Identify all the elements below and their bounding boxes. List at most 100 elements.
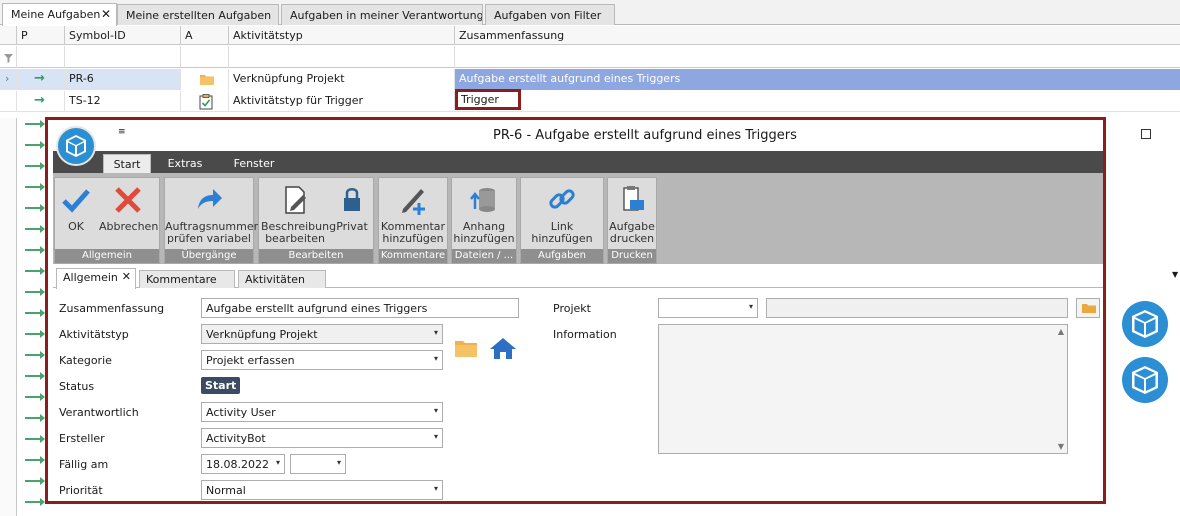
filter-cell-a[interactable] bbox=[181, 46, 229, 68]
projekt-select[interactable]: ▾ bbox=[658, 298, 758, 318]
quick-access-menu-icon[interactable]: ≡ bbox=[118, 127, 126, 137]
ribbon-group-drucken: Aufgabe drucken Drucken bbox=[607, 177, 657, 264]
tab-meine-erstellten-aufgaben[interactable]: Meine erstellten Aufgaben bbox=[117, 4, 279, 25]
scroll-up-icon[interactable]: ▲ bbox=[1058, 327, 1064, 336]
faellig-time-picker[interactable]: ▾ bbox=[290, 454, 346, 474]
app-menu-button[interactable] bbox=[56, 126, 96, 166]
scroll-down-icon[interactable]: ▼ bbox=[1058, 442, 1064, 451]
group-label: Übergänge bbox=[165, 249, 253, 263]
chevron-down-icon: ▾ bbox=[433, 354, 438, 363]
header-p[interactable]: P bbox=[17, 26, 65, 45]
auftragsnummer-button[interactable]: Auftragsnummer prüfen variabel bbox=[165, 180, 258, 245]
forward-arrow-icon bbox=[198, 189, 222, 209]
chevron-down-icon: ▾ bbox=[433, 432, 438, 441]
task-dialog: PR-6 - Aufgabe erstellt aufgrund eines T… bbox=[45, 117, 1178, 504]
dialog-title-bar[interactable]: PR-6 - Aufgabe erstellt aufgrund eines T… bbox=[48, 120, 1151, 150]
header-symbol-id[interactable]: Symbol-ID bbox=[65, 26, 181, 45]
kommentar-hinzufuegen-button[interactable]: Kommentar hinzufügen bbox=[379, 180, 447, 245]
priority-arrow-icon bbox=[25, 414, 45, 422]
priority-arrow-icon: → bbox=[17, 91, 65, 112]
cube-icon bbox=[1132, 310, 1158, 338]
date-value: 18.08.2022 bbox=[206, 458, 269, 471]
side-cube-button-1[interactable] bbox=[1122, 301, 1168, 347]
priority-arrow-icon bbox=[25, 456, 45, 464]
priority-arrow-icon bbox=[25, 120, 45, 128]
anhang-hinzufuegen-button[interactable]: Anhang hinzufügen bbox=[452, 180, 516, 245]
tab-kommentare[interactable]: Kommentare bbox=[139, 270, 235, 288]
tab-aktivitaeten[interactable]: Aktivitäten bbox=[238, 270, 326, 288]
tab-meine-aufgaben[interactable]: Meine Aufgaben ✕ bbox=[2, 3, 117, 26]
group-label: Dateien / ... bbox=[452, 249, 516, 263]
verantwortlich-select[interactable]: Activity User ▾ bbox=[201, 402, 443, 422]
tab-start[interactable]: Start bbox=[103, 154, 151, 173]
label-information: Information bbox=[553, 328, 617, 341]
filter-cell-p[interactable] bbox=[17, 46, 65, 68]
highlighted-trigger-cell[interactable]: Trigger bbox=[455, 89, 521, 110]
zusammenfassung-input[interactable]: Aufgabe erstellt aufgrund eines Triggers bbox=[201, 298, 519, 318]
menu-strip: Start Extras Fenster bbox=[53, 151, 1103, 173]
priority-arrow-icon bbox=[25, 351, 45, 359]
folder-icon bbox=[181, 69, 229, 90]
top-tab-bar: Meine Aufgaben ✕ Meine erstellten Aufgab… bbox=[0, 0, 1180, 26]
browse-folder-button[interactable] bbox=[1076, 298, 1100, 318]
aktivitaetstyp-select[interactable]: Verknüpfung Projekt ▾ bbox=[201, 324, 443, 344]
tab-aufgaben-verantwortung[interactable]: Aufgaben in meiner Verantwortung bbox=[281, 4, 483, 25]
label-verantwortlich: Verantwortlich bbox=[59, 406, 139, 419]
kategorie-select[interactable]: Projekt erfassen ▾ bbox=[201, 350, 443, 370]
priority-arrow-icon bbox=[25, 204, 45, 212]
aufgabe-drucken-button[interactable]: Aufgabe drucken bbox=[608, 180, 656, 245]
ribbon-group-bearbeiten: Beschreibung bearbeiten Privat Bearbeite… bbox=[258, 177, 374, 264]
priority-arrow-icon bbox=[25, 141, 45, 149]
chevron-down-icon: ▾ bbox=[336, 458, 341, 467]
header-indicator bbox=[0, 26, 17, 45]
tab-label: Aufgaben in meiner Verantwortung bbox=[290, 9, 483, 22]
open-folder-icon bbox=[1082, 304, 1096, 313]
side-cube-button-2[interactable] bbox=[1122, 357, 1168, 403]
row-indicator bbox=[0, 91, 17, 112]
chevron-down-icon: ▾ bbox=[275, 458, 280, 467]
abbrechen-button[interactable]: Abbrechen bbox=[99, 180, 158, 233]
status-badge[interactable]: Start bbox=[201, 377, 241, 394]
priority-arrow-icon bbox=[25, 183, 45, 191]
cell-symbol-id: PR-6 bbox=[65, 69, 181, 90]
label-zusammenfassung: Zusammenfassung bbox=[59, 302, 165, 315]
privat-button[interactable]: Privat bbox=[333, 180, 371, 233]
ribbon-group-kommentare: Kommentar hinzufügen Kommentare bbox=[378, 177, 448, 264]
information-textarea[interactable]: ▲ ▼ bbox=[658, 324, 1068, 454]
prioritaet-select[interactable]: Normal ▾ bbox=[201, 480, 443, 500]
filter-icon[interactable] bbox=[0, 46, 17, 68]
maximize-icon[interactable] bbox=[1141, 129, 1151, 139]
tab-aufgaben-von-filter[interactable]: Aufgaben von Filter bbox=[485, 4, 615, 25]
tab-extras[interactable]: Extras bbox=[161, 154, 209, 173]
folder-icon[interactable] bbox=[454, 338, 478, 361]
filter-cell-zusammenfassung[interactable] bbox=[455, 46, 1180, 68]
table-row[interactable]: › → PR-6 Verknüpfung Projekt Aufgabe ers… bbox=[0, 69, 1180, 90]
link-icon bbox=[549, 189, 575, 209]
label-faellig-am: Fällig am bbox=[59, 458, 109, 471]
select-value: Projekt erfassen bbox=[206, 354, 295, 367]
ersteller-select[interactable]: ActivityBot ▾ bbox=[201, 428, 443, 448]
beschreibung-bearbeiten-button[interactable]: Beschreibung bearbeiten bbox=[261, 180, 336, 245]
chevron-down-icon[interactable]: ▼ bbox=[1172, 270, 1178, 279]
tab-fenster[interactable]: Fenster bbox=[228, 154, 280, 173]
home-icon[interactable] bbox=[489, 336, 517, 363]
checkmark-icon bbox=[62, 189, 90, 213]
ok-button[interactable]: OK bbox=[59, 180, 93, 233]
label-ersteller: Ersteller bbox=[59, 432, 105, 445]
filter-cell-aktivitaetstyp[interactable] bbox=[229, 46, 455, 68]
tab-label: Allgemein bbox=[63, 271, 118, 284]
select-value: Verknüpfung Projekt bbox=[206, 328, 318, 341]
close-icon[interactable]: ✕ bbox=[122, 270, 131, 283]
print-icon bbox=[623, 186, 644, 211]
row-indicator-column bbox=[0, 118, 17, 516]
priority-arrow-icon bbox=[25, 372, 45, 380]
table-row[interactable]: → TS-12 Aktivitätstyp für Trigger bbox=[0, 91, 1180, 112]
faellig-date-picker[interactable]: 18.08.2022 ▾ bbox=[201, 454, 285, 474]
link-hinzufuegen-button[interactable]: Link hinzufügen bbox=[521, 180, 603, 245]
header-aktivitaetstyp[interactable]: Aktivitätstyp bbox=[229, 26, 455, 45]
tab-allgemein[interactable]: Allgemein ✕ bbox=[56, 268, 136, 289]
header-zusammenfassung[interactable]: Zusammenfassung bbox=[455, 26, 1180, 45]
header-a[interactable]: A bbox=[181, 26, 229, 45]
close-icon[interactable]: ✕ bbox=[101, 7, 111, 21]
filter-cell-symbol-id[interactable] bbox=[65, 46, 181, 68]
